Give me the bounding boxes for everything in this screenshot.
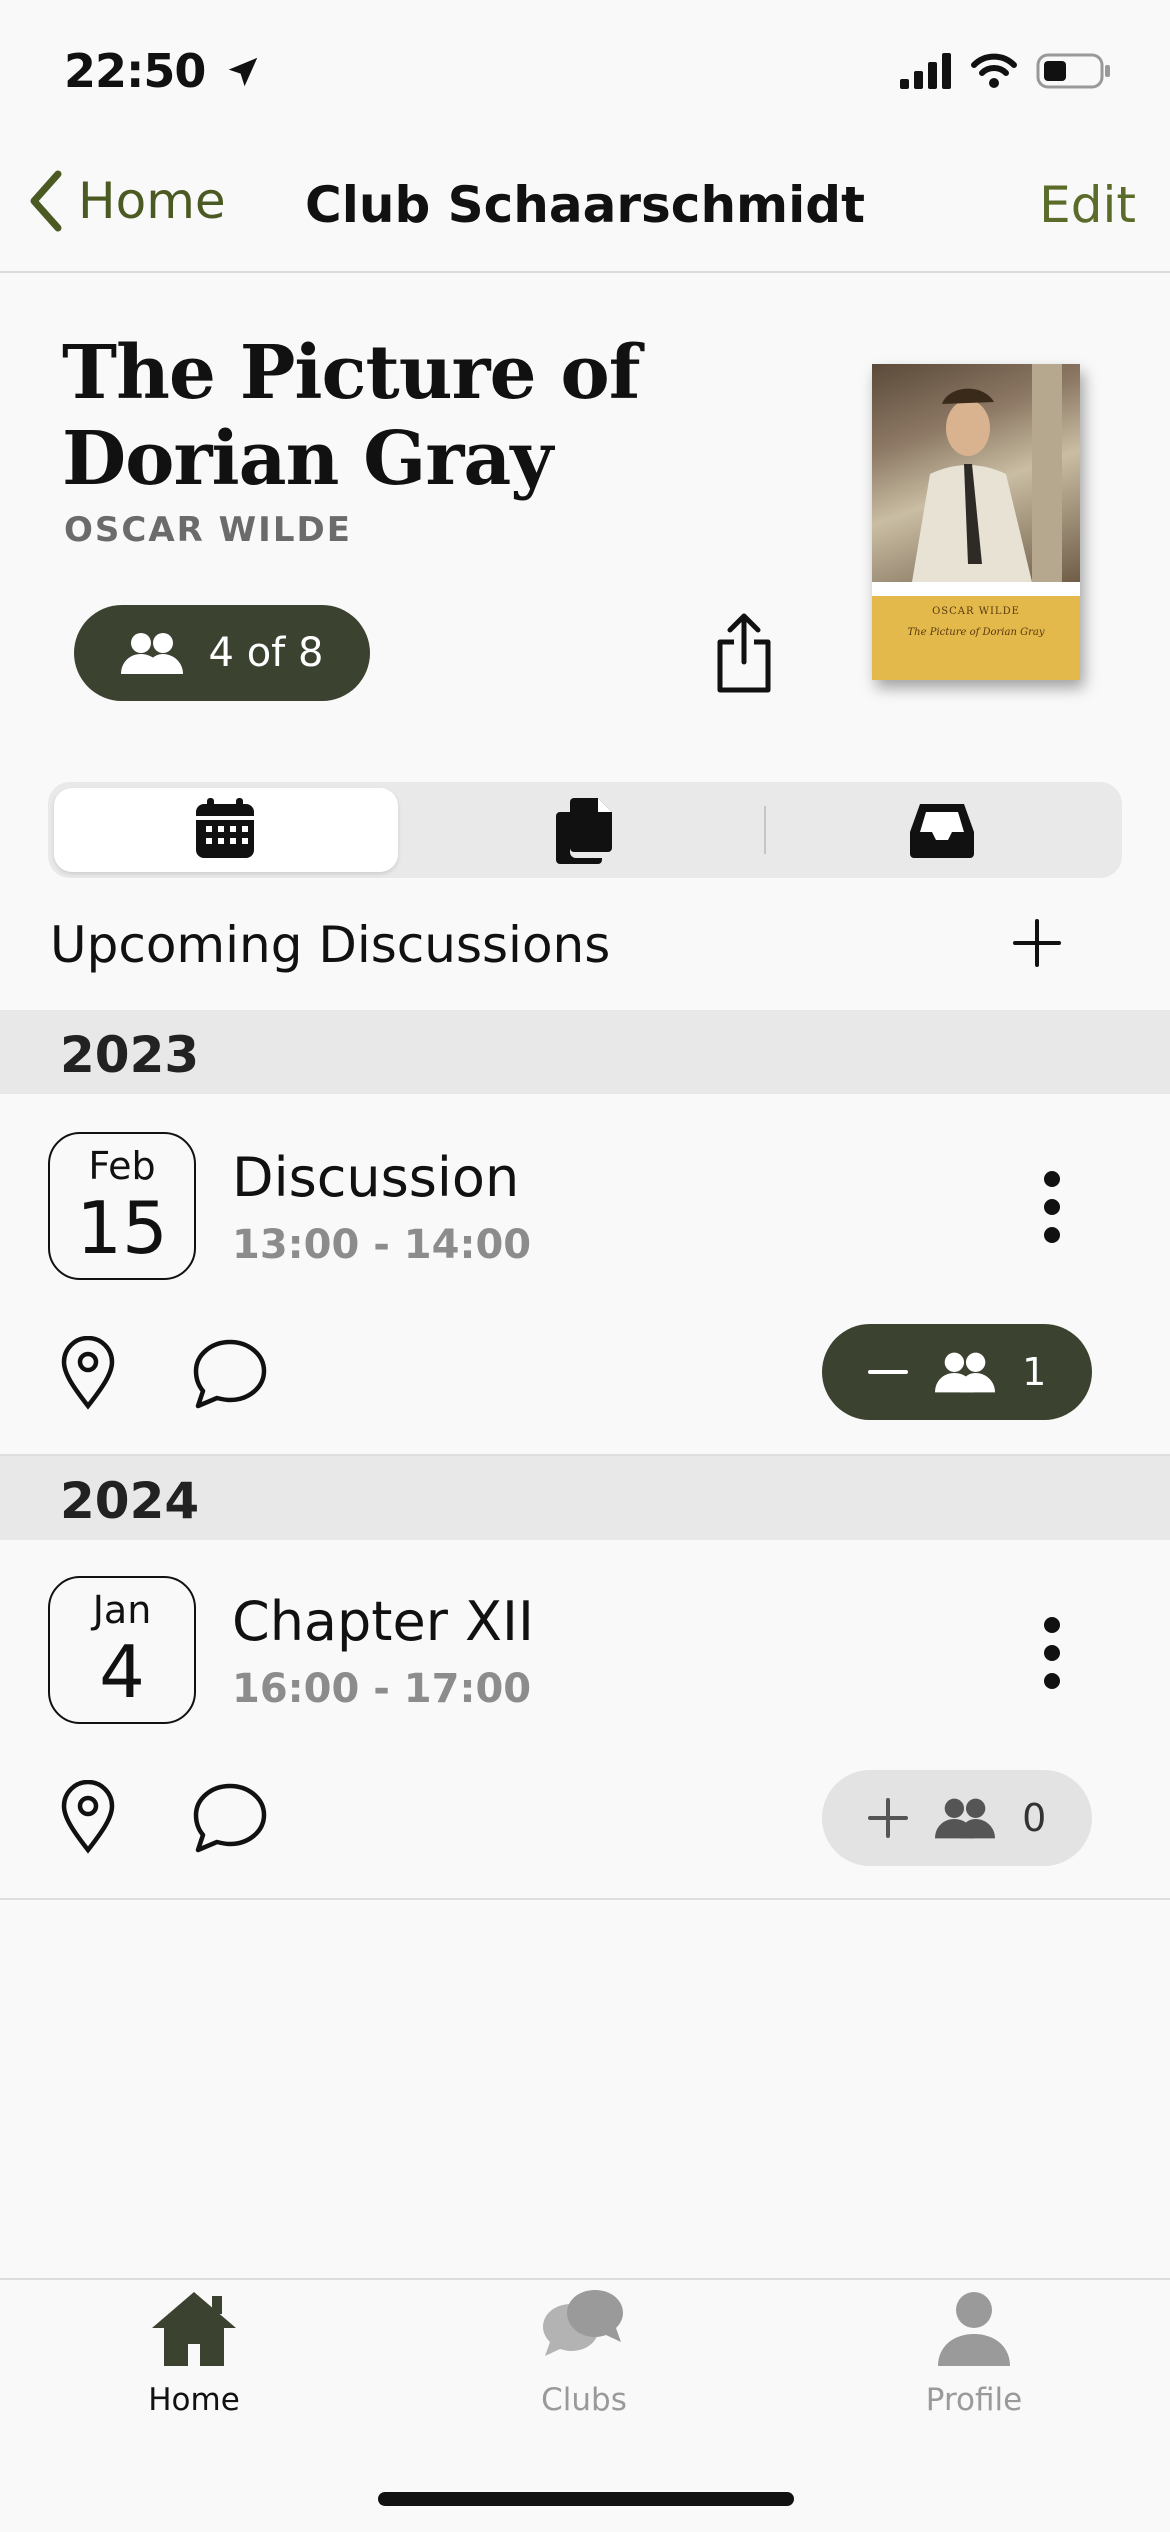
inbox-icon <box>910 804 974 858</box>
chat-bubble-icon <box>193 1339 267 1409</box>
tab-clubs[interactable]: Clubs <box>434 2288 734 2418</box>
segment-inbox[interactable] <box>908 800 976 864</box>
people-icon <box>934 1798 995 1839</box>
minus-icon <box>867 1370 908 1374</box>
event-month: Feb <box>88 1144 156 1188</box>
segment-divider <box>764 806 766 854</box>
share-button[interactable] <box>712 612 776 698</box>
members-button[interactable]: 4 of 8 <box>74 605 370 701</box>
event-time: 13:00 - 14:00 <box>232 1222 532 1268</box>
event-title[interactable]: Discussion <box>232 1146 519 1209</box>
attendee-count: 1 <box>1022 1350 1047 1394</box>
status-time-text: 22:50 <box>64 44 206 98</box>
event-title[interactable]: Chapter XII <box>232 1590 534 1653</box>
signal-icon <box>900 53 951 89</box>
event-comments-button[interactable] <box>192 1338 268 1414</box>
location-pin-icon <box>61 1335 115 1410</box>
segment-documents[interactable] <box>554 794 616 868</box>
plus-icon <box>867 1798 908 1838</box>
nav-title: Club Schaarschmidt <box>305 176 865 234</box>
plus-icon <box>1013 919 1061 967</box>
tab-clubs-label: Clubs <box>541 2382 627 2418</box>
tab-home[interactable]: Home <box>44 2288 344 2418</box>
chat-bubbles-icon <box>543 2290 623 2356</box>
segmented-control <box>48 782 1122 878</box>
event-more-button[interactable] <box>1036 1616 1068 1694</box>
home-indicator <box>378 2492 794 2506</box>
leave-discussion-button[interactable]: 1 <box>822 1324 1092 1420</box>
event-time: 16:00 - 17:00 <box>232 1666 532 1712</box>
members-count: 4 of 8 <box>208 630 324 676</box>
cover-author: OSCAR WILDE <box>932 606 1020 617</box>
cover-label: OSCAR WILDE The Picture of Dorian Gray <box>872 596 1080 680</box>
cover-band <box>872 582 1080 596</box>
event-day: 4 <box>99 1630 145 1714</box>
status-indicators <box>900 52 1112 90</box>
event-day: 15 <box>76 1186 168 1270</box>
event-comments-button[interactable] <box>192 1782 268 1858</box>
year-label: 2024 <box>60 1472 200 1530</box>
more-vertical-icon <box>1044 1171 1060 1243</box>
chat-bubble-icon <box>193 1783 267 1853</box>
tabbar-divider <box>0 2278 1170 2280</box>
row-divider <box>0 1898 1170 1900</box>
tab-home-label: Home <box>148 2382 240 2418</box>
location-arrow-icon <box>229 57 258 87</box>
year-header: 2024 <box>0 1456 1170 1540</box>
event-date-badge: Feb 15 <box>48 1132 196 1280</box>
attendee-count: 0 <box>1022 1796 1047 1840</box>
tab-profile[interactable]: Profile <box>824 2288 1124 2418</box>
battery-icon <box>1036 53 1110 89</box>
book-title: The Picture of Dorian Gray <box>62 330 641 502</box>
edit-button[interactable]: Edit <box>1039 176 1136 234</box>
people-icon <box>120 633 183 674</box>
more-vertical-icon <box>1044 1617 1060 1689</box>
house-icon <box>152 2292 236 2366</box>
section-title: Upcoming Discussions <box>50 916 611 974</box>
status-time: 22:50 <box>64 44 262 98</box>
year-label: 2023 <box>60 1026 200 1084</box>
tab-profile-label: Profile <box>925 2382 1023 2418</box>
share-icon <box>717 613 771 693</box>
book-cover: OSCAR WILDE The Picture of Dorian Gray <box>872 364 1080 680</box>
add-discussion-button[interactable] <box>1012 918 1062 972</box>
event-date-badge: Jan 4 <box>48 1576 196 1724</box>
event-location-button[interactable] <box>60 1779 116 1858</box>
book-author: OSCAR WILDE <box>64 510 352 550</box>
people-icon <box>934 1352 995 1393</box>
year-header: 2023 <box>0 1010 1170 1094</box>
event-location-button[interactable] <box>60 1335 116 1414</box>
event-more-button[interactable] <box>1036 1170 1068 1248</box>
event-month: Jan <box>92 1588 152 1632</box>
documents-icon <box>556 798 612 864</box>
wifi-icon <box>971 53 1017 88</box>
calendar-icon <box>196 798 254 858</box>
cover-title: The Picture of Dorian Gray <box>907 627 1045 638</box>
cover-portrait <box>872 364 1080 582</box>
location-pin-icon <box>61 1779 115 1854</box>
person-icon <box>938 2292 1010 2366</box>
join-discussion-button[interactable]: 0 <box>822 1770 1092 1866</box>
segment-calendar[interactable] <box>192 796 258 866</box>
nav-divider <box>0 271 1170 273</box>
